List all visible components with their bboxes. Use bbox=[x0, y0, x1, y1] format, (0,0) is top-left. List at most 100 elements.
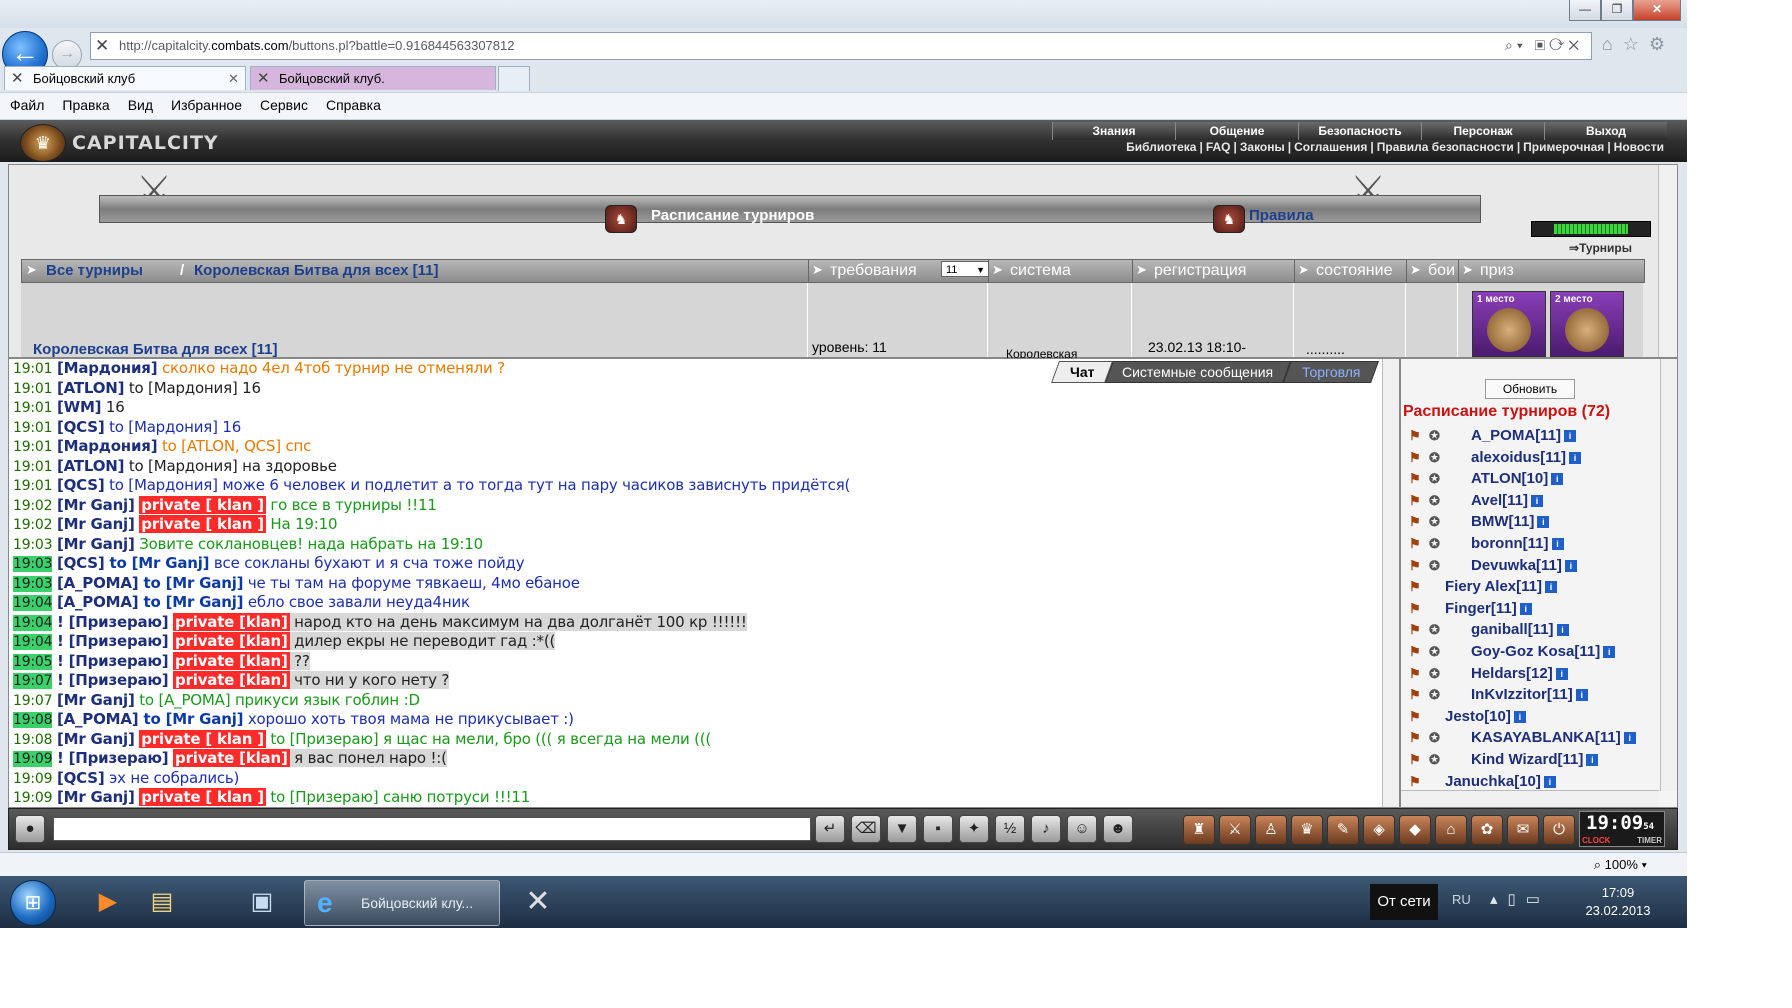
start-button[interactable]: ⊞ bbox=[10, 880, 56, 926]
volume-icon[interactable]: ♪ bbox=[1031, 815, 1061, 843]
all-tournaments-link[interactable]: Все турниры bbox=[46, 262, 143, 279]
tray-icons[interactable]: ▴▯▭ bbox=[1490, 890, 1550, 908]
info-icon[interactable]: i bbox=[1569, 451, 1582, 464]
link-library[interactable]: Библиотека bbox=[1123, 140, 1199, 154]
split-icon[interactable]: ½ bbox=[995, 815, 1025, 843]
chat-nick[interactable]: [Mr Ganj] bbox=[57, 515, 135, 533]
chat-nick[interactable]: [Мардония] bbox=[57, 437, 158, 455]
private-klan-badge[interactable]: private [ klan ] bbox=[139, 729, 266, 748]
filter-icon[interactable]: ▼ bbox=[887, 815, 917, 843]
private-klan-badge[interactable]: private [klan] bbox=[173, 612, 290, 631]
chat-recipient[interactable]: to [Мардония] bbox=[105, 476, 218, 494]
minimize-button[interactable]: — bbox=[1569, 0, 1601, 21]
chat-nick[interactable]: [Mr Ganj] bbox=[57, 788, 135, 806]
zoom-level[interactable]: ⌕ 100% ▾ bbox=[1594, 857, 1647, 873]
menu-knowledge[interactable]: Знания bbox=[1052, 122, 1175, 140]
private-klan-badge[interactable]: private [ klan ] bbox=[139, 788, 266, 806]
player-name[interactable]: InKvIzzitor[11] i bbox=[1471, 684, 1588, 706]
chat-recipient[interactable]: to [Mr Ganj] bbox=[138, 710, 243, 728]
chat-nick[interactable]: [WM] bbox=[57, 398, 102, 416]
chat-nick[interactable]: [Mr Ganj] bbox=[57, 730, 135, 748]
explorer-icon[interactable]: ▤ bbox=[134, 882, 190, 922]
link-news[interactable]: Новости bbox=[1611, 140, 1667, 154]
chat-nick[interactable]: ! [Призераю] bbox=[57, 613, 169, 631]
system-clock[interactable]: 17:09 23.02.2013 bbox=[1576, 884, 1660, 920]
current-tournament-link[interactable]: Королевская Битва для всех [11] bbox=[194, 262, 438, 279]
chat-nick[interactable]: [Mr Ganj] bbox=[57, 691, 135, 709]
players-hscrollbar[interactable] bbox=[1401, 790, 1659, 807]
player-name[interactable]: Finger[11] i bbox=[1445, 598, 1532, 620]
new-tab-button[interactable] bbox=[498, 66, 530, 91]
player-name[interactable]: KASAYABLANKA[11] i bbox=[1471, 727, 1636, 749]
scroll-icon[interactable]: ✎ bbox=[1327, 815, 1359, 845]
rules-link[interactable]: Правила bbox=[1249, 207, 1314, 224]
player-name[interactable]: Januchka[10] i bbox=[1445, 771, 1556, 793]
chat-recipient[interactable]: to [ATLON, QCS] bbox=[157, 437, 281, 455]
info-icon[interactable]: i bbox=[1537, 516, 1550, 529]
smiley-icon[interactable]: ☺ bbox=[1067, 815, 1097, 843]
fighter-icon[interactable]: ✦ bbox=[959, 815, 989, 843]
map-icon[interactable]: ✉ bbox=[1507, 815, 1539, 845]
address-tools-icon[interactable]: ⌕▾ ▣⟳✕ bbox=[1505, 37, 1583, 54]
menu-file[interactable]: Файл bbox=[0, 93, 52, 113]
friends-icon[interactable]: ✿ bbox=[1471, 815, 1503, 845]
chat-recipient[interactable]: to [A_POMA] bbox=[135, 691, 230, 709]
menu-view[interactable]: Вид bbox=[118, 93, 161, 113]
offline-indicator[interactable]: От сети bbox=[1370, 884, 1438, 920]
link-laws[interactable]: Законы bbox=[1237, 140, 1288, 154]
chat-scrollbar[interactable] bbox=[1382, 359, 1399, 807]
player-name[interactable]: boronn[11] i bbox=[1471, 533, 1564, 555]
player-name[interactable]: ATLON[10] i bbox=[1471, 468, 1564, 490]
info-icon[interactable]: i bbox=[1513, 710, 1526, 723]
info-icon[interactable]: i bbox=[1551, 473, 1564, 486]
menu-communication[interactable]: Общение bbox=[1175, 122, 1298, 140]
info-icon[interactable]: i bbox=[1555, 667, 1568, 680]
bag-icon[interactable]: ♜ bbox=[1183, 815, 1215, 845]
private-klan-badge[interactable]: private [klan] bbox=[173, 671, 290, 689]
tab-trade[interactable]: Торговля bbox=[1282, 361, 1380, 383]
tournament-row[interactable]: Королевская Битва для всех [11] уровень:… bbox=[21, 283, 1643, 361]
info-icon[interactable]: i bbox=[1623, 732, 1636, 745]
address-bar[interactable]: ✕ http://capitalcity.combats.com/buttons… bbox=[90, 32, 1592, 60]
browser-toolbar-icons[interactable]: ⌂☆⚙ bbox=[1602, 34, 1675, 55]
info-icon[interactable]: i bbox=[1564, 559, 1577, 572]
info-icon[interactable]: i bbox=[1543, 775, 1556, 788]
chat-options-icon[interactable]: ● bbox=[15, 815, 45, 843]
player-name[interactable]: alexoidus[11] i bbox=[1471, 447, 1582, 469]
close-tab-icon[interactable]: ✕ bbox=[228, 67, 239, 91]
chat-recipient[interactable]: to [Мардония] bbox=[124, 379, 238, 397]
info-icon[interactable]: i bbox=[1519, 602, 1532, 615]
house-icon[interactable]: ⌂ bbox=[1435, 815, 1467, 845]
player-name[interactable]: Heldars[12] i bbox=[1471, 663, 1568, 685]
chat-recipient[interactable]: to [Мардония] bbox=[124, 457, 238, 475]
sword-icon[interactable]: ⚔ bbox=[1219, 815, 1251, 845]
chat-nick[interactable]: ! [Призераю] bbox=[57, 671, 169, 689]
menu-exit[interactable]: Выход bbox=[1544, 122, 1667, 140]
players-scrollbar[interactable] bbox=[1660, 359, 1677, 791]
maximize-button[interactable]: ❐ bbox=[1601, 0, 1633, 21]
chat-nick[interactable]: [Mr Ganj] bbox=[57, 496, 135, 514]
chat-nick[interactable]: [QCS] bbox=[57, 476, 105, 494]
save-icon[interactable]: ▪ bbox=[923, 815, 953, 843]
menu-help[interactable]: Справка bbox=[316, 93, 389, 113]
menu-favorites[interactable]: Избранное bbox=[161, 93, 250, 113]
private-klan-badge[interactable]: private [klan] bbox=[173, 651, 290, 670]
tournaments-link[interactable]: ⇒Турниры bbox=[1569, 241, 1632, 255]
player-name[interactable]: Kind Wizard[11] i bbox=[1471, 749, 1599, 771]
inventory-icon[interactable]: ◈ bbox=[1363, 815, 1395, 845]
vertical-scrollbar[interactable] bbox=[1658, 165, 1677, 357]
level-select[interactable]: 11 ▼ bbox=[941, 261, 989, 277]
tournament-name[interactable]: Королевская Битва для всех [11] bbox=[33, 341, 277, 358]
clan-icon[interactable]: ♛ bbox=[1291, 815, 1323, 845]
private-klan-badge[interactable]: private [klan] bbox=[173, 749, 290, 767]
refresh-button[interactable]: Обновить bbox=[1485, 379, 1575, 399]
chat-nick[interactable]: [A_POMA] bbox=[57, 593, 139, 611]
player-name[interactable]: Goy-Goz Kosa[11] i bbox=[1471, 641, 1616, 663]
eraser-icon[interactable]: ⌫ bbox=[851, 815, 881, 843]
chat-nick[interactable]: [Mr Ganj] bbox=[57, 535, 135, 553]
menu-tools[interactable]: Сервис bbox=[250, 93, 316, 113]
chat-nick[interactable]: [Мардония] bbox=[57, 359, 158, 377]
info-icon[interactable]: i bbox=[1545, 581, 1558, 594]
chat-input[interactable] bbox=[53, 817, 811, 841]
chat-nick[interactable]: [QCS] bbox=[57, 769, 105, 787]
